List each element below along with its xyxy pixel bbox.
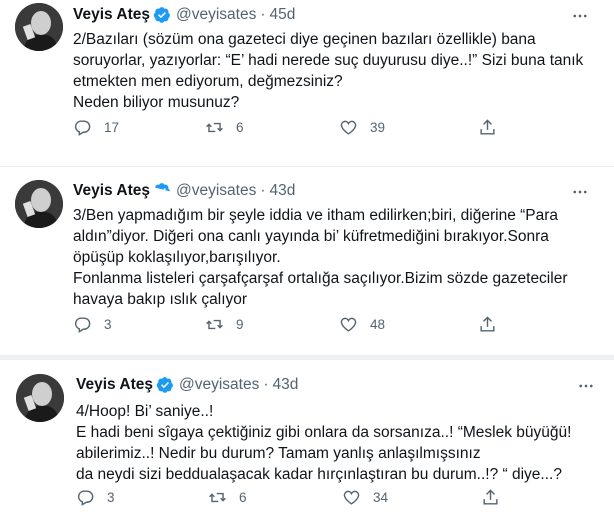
- tweet-3[interactable]: Veyis Ateş @veyisates · 43d 4/Hoop! Bi’ …: [0, 361, 614, 527]
- tweet-text-line: abilerimiz..! Nedir bu durum? Tamam yanl…: [76, 445, 481, 462]
- avatar[interactable]: [15, 180, 63, 228]
- retweet-button[interactable]: 6: [208, 488, 247, 507]
- author-name[interactable]: Veyis Ateş: [73, 6, 150, 24]
- tweet-text-line: Neden biliyor musunuz?: [73, 94, 240, 111]
- separator-dot: ·: [260, 6, 266, 23]
- share-button[interactable]: [478, 315, 497, 334]
- avatar[interactable]: [16, 374, 64, 422]
- retweet-count: 6: [236, 120, 244, 135]
- retweet-button[interactable]: 6: [205, 118, 244, 137]
- reply-icon: [74, 120, 91, 136]
- more-options-icon[interactable]: [570, 6, 590, 26]
- heart-icon: [343, 490, 360, 505]
- like-button[interactable]: 48: [339, 315, 385, 334]
- retweet-button[interactable]: 9: [205, 315, 244, 334]
- like-count: 34: [373, 490, 389, 505]
- retweet-count: 6: [239, 490, 247, 505]
- tweet-text: 3/Ben yapmadığım bir şeyle iddia ve itha…: [73, 205, 567, 310]
- tweet-text-line: aldın”diyor. Diğeri ona canlı yayında bi…: [73, 228, 549, 245]
- verified-badge-icon: [153, 182, 171, 200]
- tweet-text-line: 3/Ben yapmadığım bir şeyle iddia ve itha…: [73, 207, 559, 224]
- like-count: 48: [370, 317, 386, 332]
- share-icon: [483, 489, 498, 505]
- tweet-text-line: etmekten men ediyorum, değmezsiniz?: [73, 73, 343, 90]
- tweet-divider: [0, 355, 614, 360]
- share-button[interactable]: [478, 118, 497, 137]
- tweet-actions: 3 9 48: [73, 315, 495, 339]
- avatar[interactable]: [15, 3, 63, 51]
- tweet-text-line: Fonlanma listeleri çarşafçarşaf ortalığa…: [73, 270, 568, 287]
- reply-button[interactable]: 17: [73, 118, 119, 137]
- tweet-text: 2/Bazıları (sözüm ona gazeteci diye geçi…: [73, 29, 583, 113]
- reply-icon: [77, 490, 94, 506]
- like-count: 39: [370, 120, 386, 135]
- tweet-1[interactable]: Veyis Ateş @veyisates · 45d 2/Bazıları (…: [0, 0, 614, 148]
- more-options-icon[interactable]: [576, 376, 596, 396]
- reply-button[interactable]: 3: [73, 315, 112, 334]
- share-icon: [480, 119, 495, 135]
- more-options-icon[interactable]: [570, 182, 590, 202]
- author-handle[interactable]: @veyisates: [176, 6, 256, 24]
- heart-icon: [340, 317, 357, 332]
- retweet-count: 9: [236, 317, 244, 332]
- author-handle[interactable]: @veyisates: [176, 182, 256, 200]
- reply-count: 3: [104, 317, 112, 332]
- heart-icon: [340, 120, 357, 135]
- tweet-timestamp[interactable]: 43d: [273, 376, 299, 394]
- reply-count: 17: [104, 120, 120, 135]
- retweet-icon: [206, 122, 223, 133]
- tweet-text-line: 2/Bazıları (sözüm ona gazeteci diye geçi…: [73, 31, 536, 48]
- retweet-icon: [206, 319, 223, 330]
- separator-dot: ·: [263, 376, 269, 393]
- verified-badge-icon: [153, 6, 171, 24]
- retweet-icon: [209, 492, 226, 503]
- like-button[interactable]: 39: [339, 118, 385, 137]
- separator-dot: ·: [260, 182, 266, 199]
- tweet-text-line: E hadi beni sîgaya çektiğiniz gibi onlar…: [76, 424, 572, 441]
- reply-count: 3: [107, 490, 115, 505]
- tweet-text-line: 4/Hoop! Bi’ saniye..!: [76, 403, 214, 420]
- like-button[interactable]: 34: [342, 488, 388, 507]
- tweet-timestamp[interactable]: 43d: [270, 182, 296, 200]
- author-handle[interactable]: @veyisates: [179, 376, 259, 394]
- author-name[interactable]: Veyis Ateş: [76, 376, 153, 394]
- tweet-actions: 3 6 34: [76, 488, 498, 512]
- tweet-text-line: havaya bakıp ıslık çalıyor: [73, 291, 248, 308]
- tweet-actions: 17 6 39: [73, 118, 495, 142]
- tweet-text-line: da neydi sizi beddualaşacak kadar hırçın…: [76, 466, 562, 483]
- share-icon: [480, 316, 495, 332]
- verified-badge-icon: [156, 376, 174, 394]
- tweet-timestamp[interactable]: 45d: [270, 6, 296, 24]
- reply-icon: [74, 317, 91, 333]
- reply-button[interactable]: 3: [76, 488, 115, 507]
- tweet-text-line: öpüşüp koklaşılıyor,barışılıyor.: [73, 249, 281, 266]
- author-name[interactable]: Veyis Ateş: [73, 182, 150, 200]
- share-button[interactable]: [481, 488, 500, 507]
- tweet-text-line: soruyorlar, yazıyorlar: “E’ hadi nerede …: [73, 52, 584, 69]
- tweet-text: 4/Hoop! Bi’ saniye..! E hadi beni sîgaya…: [76, 401, 571, 485]
- tweet-2[interactable]: Veyis Ateş @veyisates · 43d 3/Ben yapmad…: [0, 167, 614, 352]
